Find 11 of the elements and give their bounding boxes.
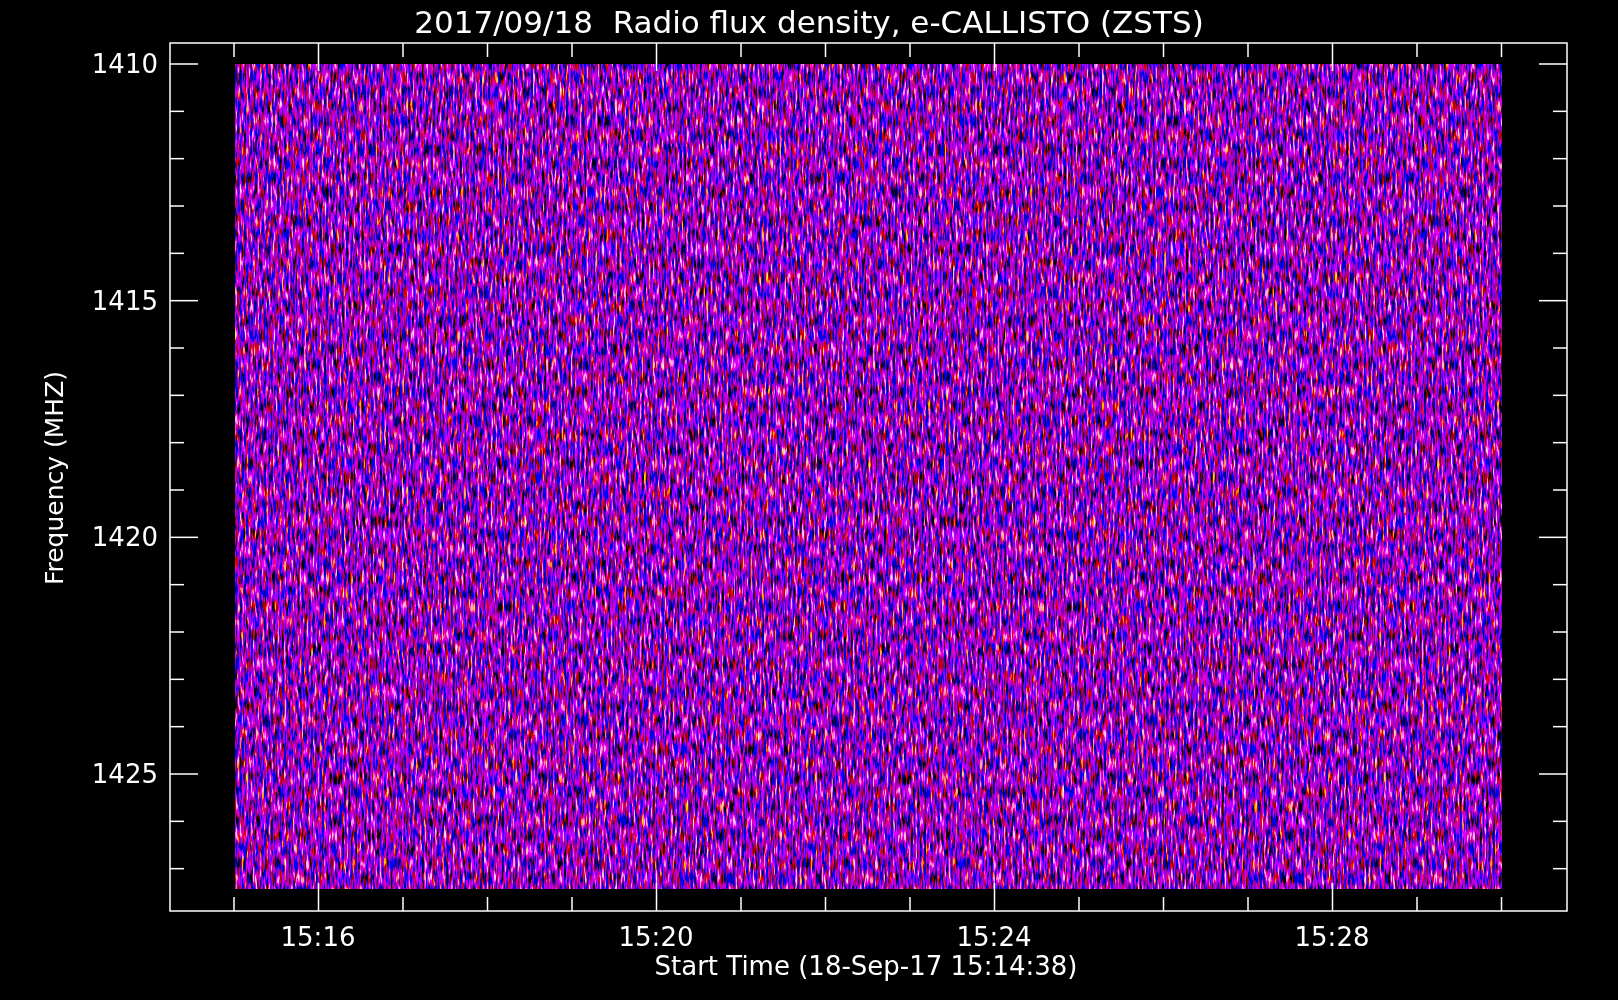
y-tick-label: 1420 [91, 522, 158, 553]
chart-title: 2017/09/18 Radio flux density, e-CALLISTO (ZSTS) [414, 4, 1204, 40]
x-tick-label: 15:16 [280, 922, 356, 952]
x-axis-label: Start Time (18-Sep-17 15:14:38) [654, 951, 1078, 981]
y-axis-label: Frequency (MHZ) [40, 370, 69, 586]
x-tick-label: 15:28 [1294, 922, 1370, 952]
y-tick-label: 1425 [91, 759, 158, 789]
x-tick-label: 15:20 [618, 922, 694, 952]
y-tick-label: 1415 [91, 285, 158, 316]
y-tick-label: 1410 [91, 49, 158, 79]
x-tick-label: 15:24 [956, 922, 1032, 952]
